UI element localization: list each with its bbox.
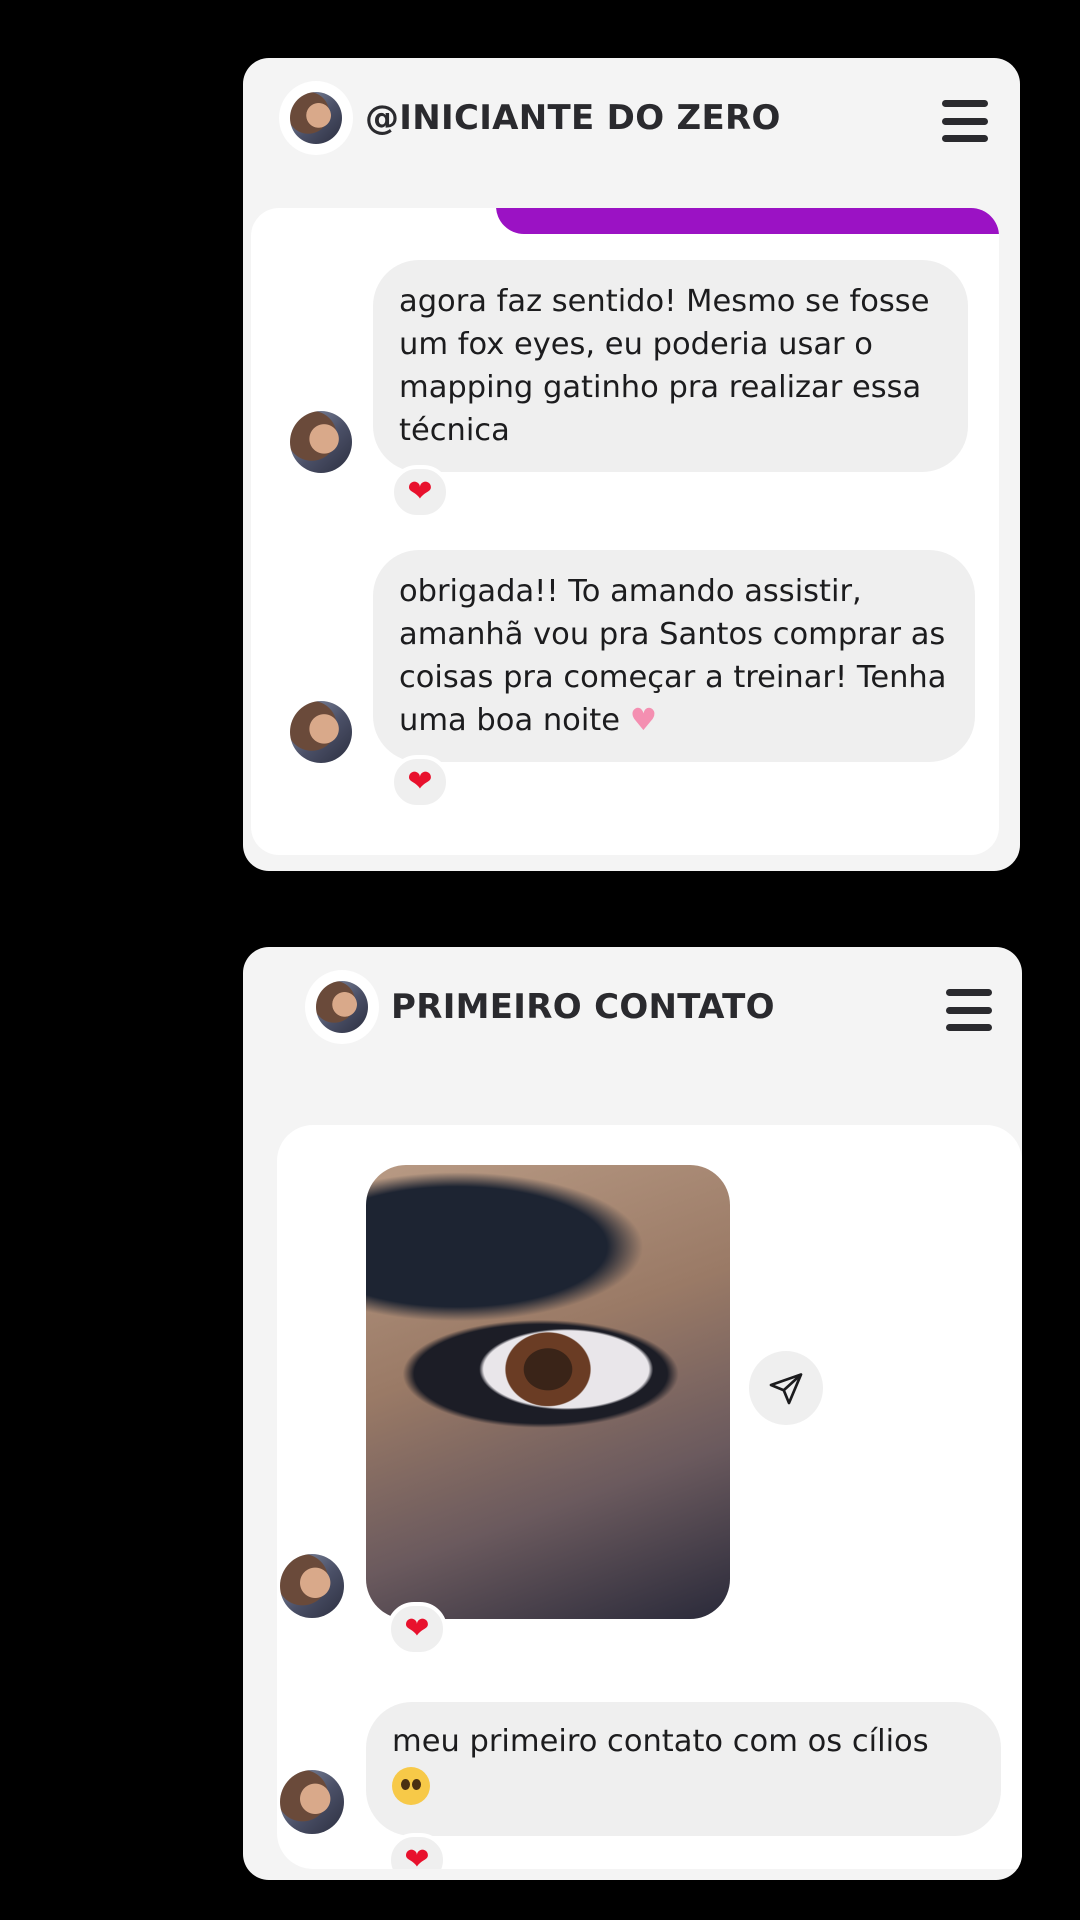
chat-card-iniciante: @INICIANTE DO ZERO agora faz sentido! Me… — [243, 58, 1020, 871]
message-list[interactable]: agora faz sentido! Mesmo se fosse um fox… — [251, 208, 999, 855]
avatar — [316, 981, 368, 1033]
sender-avatar[interactable] — [280, 1554, 344, 1618]
heart-reaction-icon[interactable]: ❤ — [390, 465, 450, 519]
chat-header: @INICIANTE DO ZERO — [243, 58, 1020, 178]
hamburger-menu-icon[interactable] — [942, 100, 988, 142]
sender-avatar[interactable] — [290, 411, 352, 473]
message-text: meu primeiro contato com os cílios — [392, 1724, 929, 1759]
eyelash-photo-message[interactable] — [366, 1165, 730, 1619]
message-text: obrigada!! To amando assistir, amanhã vo… — [399, 574, 947, 738]
received-message-bubble[interactable]: agora faz sentido! Mesmo se fosse um fox… — [373, 260, 968, 472]
avatar — [290, 92, 342, 144]
chat-card-primeiro-contato: PRIMEIRO CONTATO ❤ meu primeiro contato … — [243, 947, 1022, 1880]
heart-reaction-icon[interactable]: ❤ — [387, 1833, 447, 1869]
chat-header: PRIMEIRO CONTATO — [243, 947, 1022, 1067]
pink-heart-emoji-icon: ♥ — [629, 703, 658, 738]
header-avatar[interactable] — [305, 970, 379, 1044]
message-list[interactable]: ❤ meu primeiro contato com os cílios ❤ — [277, 1125, 1022, 1869]
heart-reaction-icon[interactable]: ❤ — [387, 1602, 447, 1656]
received-message-bubble[interactable]: meu primeiro contato com os cílios — [366, 1702, 1001, 1836]
paper-plane-icon — [769, 1373, 803, 1405]
received-message-bubble[interactable]: obrigada!! To amando assistir, amanhã vo… — [373, 550, 975, 762]
sent-message-bubble — [496, 208, 999, 234]
hamburger-menu-icon[interactable] — [946, 989, 992, 1031]
pleading-face-emoji-icon — [392, 1766, 430, 1805]
sender-avatar[interactable] — [290, 701, 352, 763]
header-avatar[interactable] — [279, 81, 353, 155]
sender-avatar[interactable] — [280, 1770, 344, 1834]
heart-reaction-icon[interactable]: ❤ — [390, 755, 450, 809]
forward-button[interactable] — [749, 1351, 823, 1425]
chat-title: PRIMEIRO CONTATO — [391, 987, 775, 1027]
chat-title: @INICIANTE DO ZERO — [365, 98, 781, 138]
